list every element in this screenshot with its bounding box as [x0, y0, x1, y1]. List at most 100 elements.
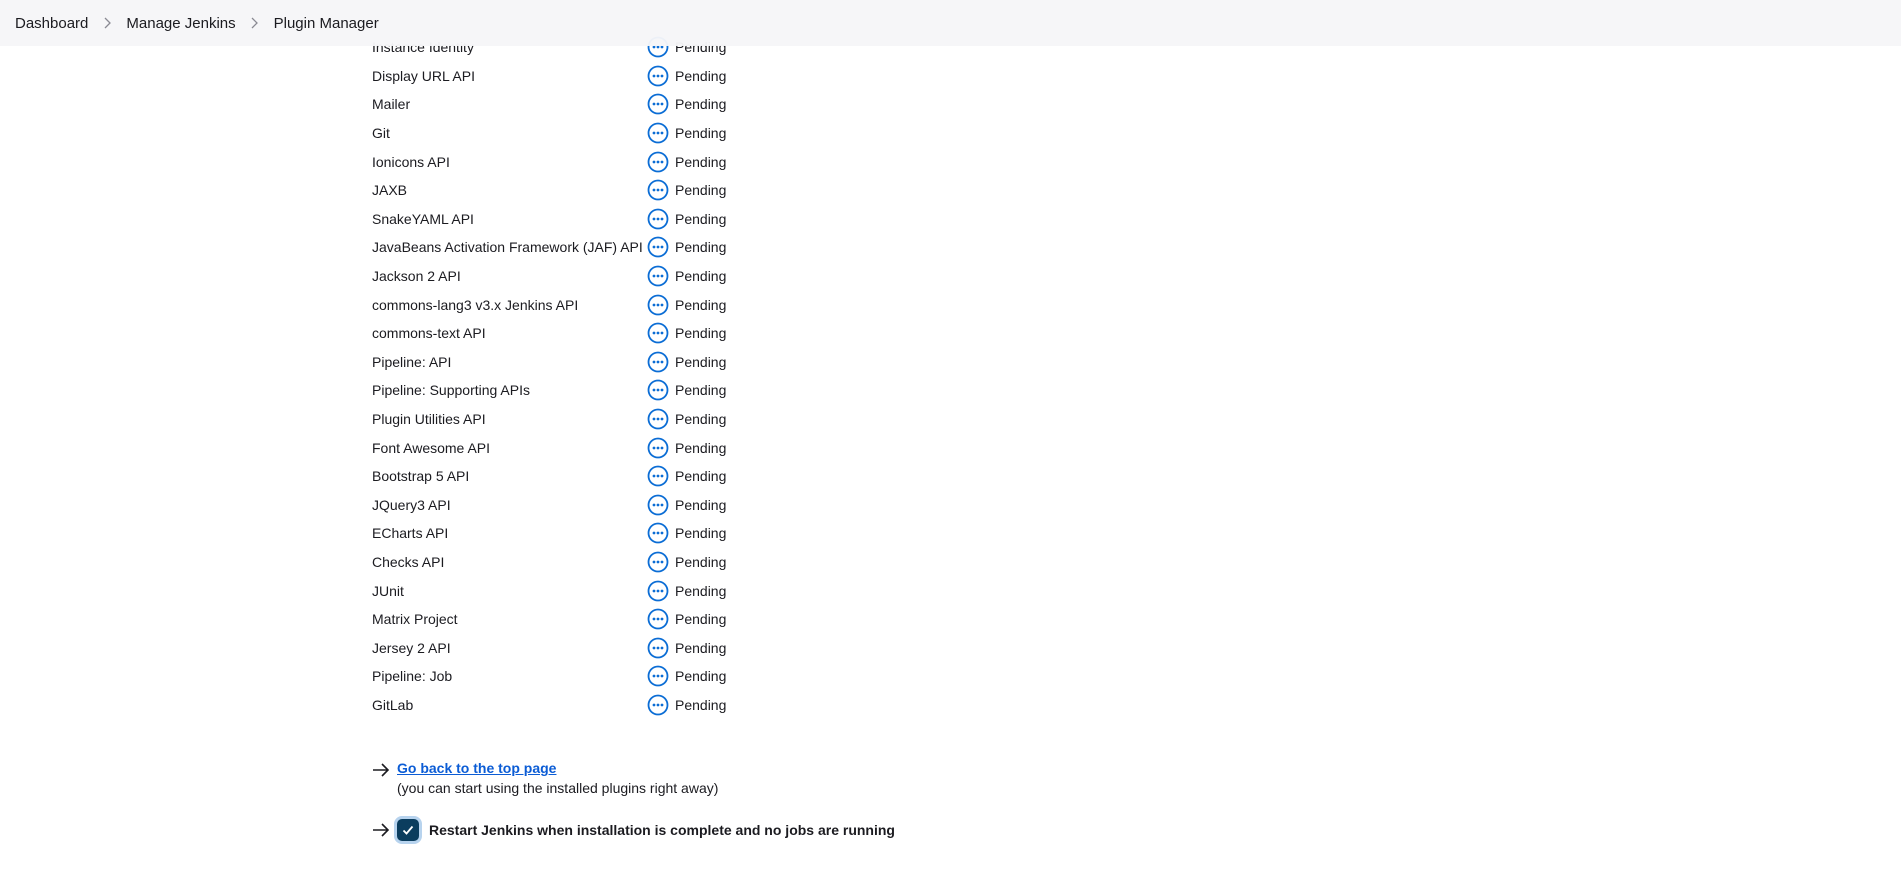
plugin-status: Pending	[647, 608, 726, 630]
plugin-name: ECharts API	[372, 525, 449, 542]
status-label: Pending	[675, 325, 727, 342]
plugin-status: Pending	[647, 151, 726, 173]
restart-row: Restart Jenkins when installation is com…	[372, 819, 895, 841]
ellipsis-circle-icon	[647, 608, 669, 630]
restart-label[interactable]: Restart Jenkins when installation is com…	[429, 822, 895, 838]
breadcrumb-plugin-manager[interactable]: Plugin Manager	[274, 13, 379, 34]
plugin-name: JQuery3 API	[372, 496, 451, 513]
plugin-name: Matrix Project	[372, 611, 458, 628]
plugin-name: Font Awesome API	[372, 439, 491, 456]
status-label: Pending	[675, 525, 727, 542]
plugin-install-list: Instance Identity Pending Display URL API P…	[372, 33, 772, 719]
plugin-name: commons-lang3 v3.x Jenkins API	[372, 296, 579, 313]
plugin-row: Pipeline: API Pending	[372, 348, 772, 377]
plugin-name: Checks API	[372, 553, 445, 570]
plugin-status: Pending	[647, 408, 726, 430]
status-label: Pending	[675, 353, 727, 370]
plugin-row: Mailer Pending	[372, 90, 772, 119]
plugin-row: SnakeYAML API Pending	[372, 205, 772, 234]
plugin-row: GitLab Pending	[372, 691, 772, 720]
plugin-row: Font Awesome API Pending	[372, 433, 772, 462]
go-back-link[interactable]: Go back to the top page	[397, 760, 718, 776]
plugin-status: Pending	[647, 494, 726, 516]
plugin-name: Pipeline: API	[372, 353, 452, 370]
ellipsis-circle-icon	[647, 151, 669, 173]
ellipsis-circle-icon	[647, 322, 669, 344]
plugin-row: Pipeline: Supporting APIs Pending	[372, 376, 772, 405]
status-label: Pending	[675, 182, 727, 199]
status-label: Pending	[675, 696, 727, 713]
plugin-row: Jackson 2 API Pending	[372, 262, 772, 291]
plugin-row: commons-lang3 v3.x Jenkins API Pending	[372, 290, 772, 319]
checkmark-icon	[402, 825, 414, 835]
plugin-name: JavaBeans Activation Framework (JAF) API	[372, 239, 643, 256]
plugin-row: Git Pending	[372, 119, 772, 148]
footer-actions: Go back to the top page (you can start u…	[372, 760, 895, 841]
chevron-right-icon	[96, 15, 118, 31]
plugin-status: Pending	[647, 294, 726, 316]
plugin-name: Ionicons API	[372, 153, 450, 170]
ellipsis-circle-icon	[647, 437, 669, 459]
status-label: Pending	[675, 382, 727, 399]
status-label: Pending	[675, 239, 727, 256]
plugin-status: Pending	[647, 580, 726, 602]
plugin-name: Pipeline: Supporting APIs	[372, 382, 530, 399]
ellipsis-circle-icon	[647, 265, 669, 287]
ellipsis-circle-icon	[647, 665, 669, 687]
plugin-name: Jersey 2 API	[372, 639, 451, 656]
status-label: Pending	[675, 639, 727, 656]
status-label: Pending	[675, 439, 727, 456]
plugin-name: Bootstrap 5 API	[372, 468, 470, 485]
arrow-right-icon	[372, 823, 390, 837]
ellipsis-circle-icon	[647, 494, 669, 516]
plugin-status: Pending	[647, 522, 726, 544]
plugin-row: Plugin Utilities API Pending	[372, 405, 772, 434]
breadcrumb-dashboard[interactable]: Dashboard	[15, 13, 88, 34]
plugin-row: Display URL API Pending	[372, 62, 772, 91]
ellipsis-circle-icon	[647, 294, 669, 316]
ellipsis-circle-icon	[647, 236, 669, 258]
plugin-status: Pending	[647, 179, 726, 201]
ellipsis-circle-icon	[647, 93, 669, 115]
plugin-name: JAXB	[372, 182, 408, 199]
plugin-status: Pending	[647, 265, 726, 287]
plugin-status: Pending	[647, 694, 726, 716]
breadcrumb-manage-jenkins[interactable]: Manage Jenkins	[126, 13, 235, 34]
restart-checkbox[interactable]	[397, 819, 419, 841]
chevron-right-icon	[244, 15, 266, 31]
plugin-status: Pending	[647, 379, 726, 401]
status-label: Pending	[675, 582, 727, 599]
status-label: Pending	[675, 67, 727, 84]
status-label: Pending	[675, 553, 727, 570]
status-label: Pending	[675, 96, 727, 113]
plugin-name: Display URL API	[372, 67, 475, 84]
status-label: Pending	[675, 411, 727, 428]
ellipsis-circle-icon	[647, 208, 669, 230]
plugin-name: Git	[372, 125, 390, 142]
status-label: Pending	[675, 296, 727, 313]
go-back-note: (you can start using the installed plugi…	[397, 780, 719, 796]
ellipsis-circle-icon	[647, 179, 669, 201]
go-back-row: Go back to the top page (you can start u…	[372, 760, 895, 796]
plugin-row: Matrix Project Pending	[372, 605, 772, 634]
plugin-status: Pending	[647, 208, 726, 230]
plugin-status: Pending	[647, 665, 726, 687]
status-label: Pending	[675, 268, 727, 285]
ellipsis-circle-icon	[647, 122, 669, 144]
ellipsis-circle-icon	[647, 379, 669, 401]
plugin-status: Pending	[647, 93, 726, 115]
plugin-name: Jackson 2 API	[372, 268, 461, 285]
plugin-row: JAXB Pending	[372, 176, 772, 205]
plugin-row: Pipeline: Job Pending	[372, 662, 772, 691]
go-back-text: Go back to the top page (you can start u…	[397, 760, 718, 796]
status-label: Pending	[675, 125, 727, 142]
ellipsis-circle-icon	[647, 408, 669, 430]
plugin-name: Plugin Utilities API	[372, 411, 486, 428]
plugin-name: Pipeline: Job	[372, 668, 453, 685]
ellipsis-circle-icon	[647, 637, 669, 659]
ellipsis-circle-icon	[647, 65, 669, 87]
arrow-right-icon	[372, 763, 390, 777]
ellipsis-circle-icon	[647, 522, 669, 544]
status-label: Pending	[675, 468, 727, 485]
plugin-status: Pending	[647, 351, 726, 373]
